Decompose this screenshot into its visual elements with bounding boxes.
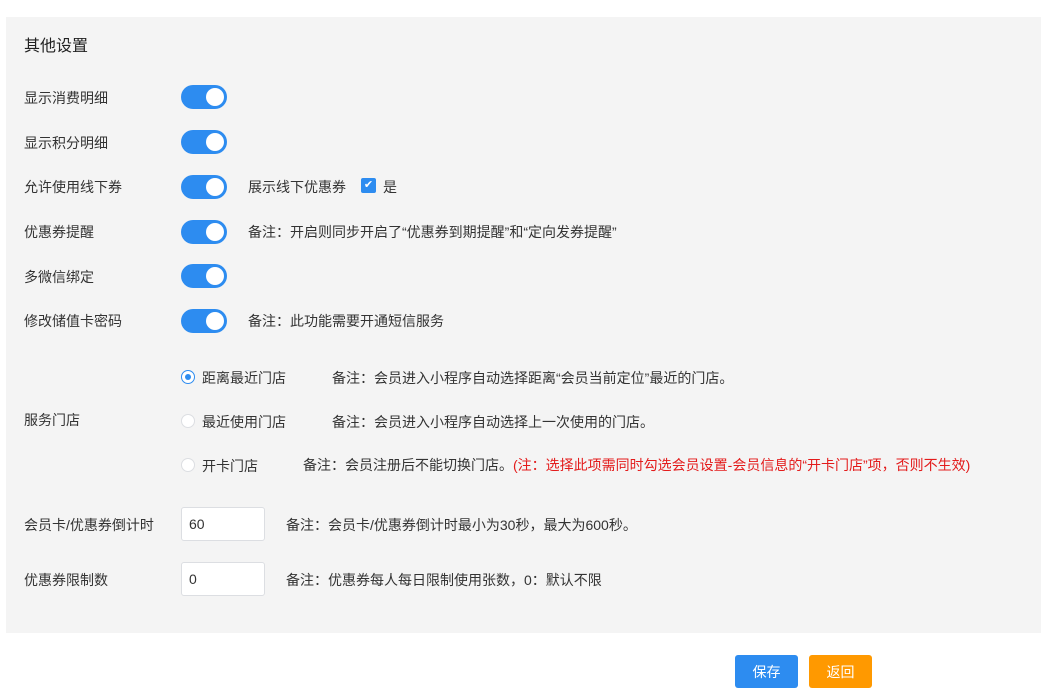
countdown-note: 备注：会员卡/优惠券倒计时最小为30秒，最大为600秒。 bbox=[286, 517, 637, 533]
coupon-limit-input[interactable] bbox=[181, 562, 265, 596]
coupon-reminder-toggle[interactable] bbox=[181, 220, 227, 244]
coupon-reminder-note: 备注：开启则同步开启了“优惠券到期提醒”和“定向发券提醒” bbox=[248, 224, 617, 240]
change-card-password-note: 备注：此功能需要开通短信服务 bbox=[248, 313, 444, 329]
save-button[interactable]: 保存 bbox=[735, 655, 798, 688]
check-icon: ✔ bbox=[363, 179, 374, 191]
back-button[interactable]: 返回 bbox=[809, 655, 872, 688]
section-title: 其他设置 bbox=[24, 38, 89, 55]
show-offline-coupon-label: 展示线下优惠券 bbox=[248, 179, 346, 195]
offline-coupon-label: 允许使用线下券 bbox=[24, 179, 122, 195]
other-settings-panel bbox=[6, 17, 1041, 633]
radio-recent-store[interactable] bbox=[181, 414, 195, 428]
points-detail-label: 显示积分明细 bbox=[24, 135, 108, 151]
checkbox-yes-label: 是 bbox=[383, 179, 397, 195]
nearest-store-label[interactable]: 距离最近门店 bbox=[202, 368, 286, 388]
recent-store-label[interactable]: 最近使用门店 bbox=[202, 412, 286, 432]
coupon-reminder-label: 优惠券提醒 bbox=[24, 224, 94, 240]
toggle-knob bbox=[206, 223, 224, 241]
toggle-knob bbox=[206, 178, 224, 196]
countdown-input[interactable] bbox=[181, 507, 265, 541]
radio-nearest-store[interactable] bbox=[181, 370, 195, 384]
points-detail-toggle[interactable] bbox=[181, 130, 227, 154]
coupon-limit-label: 优惠券限制数 bbox=[24, 572, 108, 588]
radio-dot bbox=[185, 374, 191, 380]
opening-store-warning: (注：选择此项需同时勾选会员设置-会员信息的“开卡门店”项，否则不生效) bbox=[513, 457, 971, 473]
consume-detail-toggle[interactable] bbox=[181, 85, 227, 109]
opening-store-label[interactable]: 开卡门店 bbox=[202, 456, 258, 476]
toggle-knob bbox=[206, 133, 224, 151]
toggle-knob bbox=[206, 88, 224, 106]
consume-detail-label: 显示消费明细 bbox=[24, 90, 108, 106]
multi-wechat-toggle[interactable] bbox=[181, 264, 227, 288]
toggle-knob bbox=[206, 312, 224, 330]
show-offline-coupon-checkbox[interactable]: ✔ bbox=[361, 178, 376, 193]
recent-store-note: 备注：会员进入小程序自动选择上一次使用的门店。 bbox=[332, 414, 654, 430]
radio-opening-store[interactable] bbox=[181, 458, 195, 472]
offline-coupon-toggle[interactable] bbox=[181, 175, 227, 199]
toggle-knob bbox=[206, 267, 224, 285]
countdown-label: 会员卡/优惠券倒计时 bbox=[24, 517, 154, 533]
change-card-password-toggle[interactable] bbox=[181, 309, 227, 333]
nearest-store-note: 备注：会员进入小程序自动选择距离“会员当前定位”最近的门店。 bbox=[332, 370, 734, 386]
coupon-limit-note: 备注：优惠券每人每日限制使用张数，0：默认不限 bbox=[286, 572, 602, 588]
opening-store-note-row: 备注：会员注册后不能切换门店。(注：选择此项需同时勾选会员设置-会员信息的“开卡… bbox=[303, 455, 970, 475]
opening-store-note: 备注：会员注册后不能切换门店。 bbox=[303, 457, 513, 473]
service-store-label: 服务门店 bbox=[24, 412, 80, 428]
multi-wechat-label: 多微信绑定 bbox=[24, 269, 94, 285]
change-card-password-label: 修改储值卡密码 bbox=[24, 313, 122, 329]
